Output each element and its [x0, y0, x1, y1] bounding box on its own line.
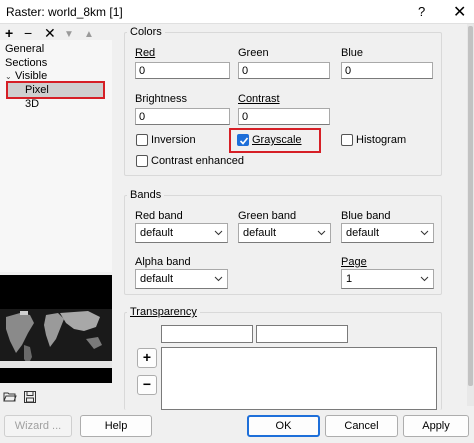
transparency-to-input[interactable] — [256, 325, 348, 343]
grayscale-label: Grayscale — [252, 134, 302, 146]
tree-item-sections[interactable]: Sections — [5, 57, 47, 69]
cancel-button[interactable]: Cancel — [325, 415, 398, 437]
red-input[interactable]: 0 — [135, 62, 230, 79]
add-transparency-button[interactable]: + — [137, 348, 157, 368]
section-tree: General Sections ⌄ Visible Pixel 3D — [0, 40, 112, 272]
green-label: Green — [238, 47, 269, 59]
world-map-thumbnail — [0, 275, 112, 383]
tree-item-3d[interactable]: 3D — [25, 98, 39, 110]
tree-item-pixel[interactable]: Pixel — [25, 84, 49, 96]
contrast-input[interactable]: 0 — [238, 108, 330, 125]
help-icon[interactable]: ? — [418, 4, 425, 19]
blue-band-select[interactable]: default — [341, 223, 434, 243]
red-band-select[interactable]: default — [135, 223, 228, 243]
window-title: Raster: world_8km [1] — [6, 5, 123, 19]
page-select[interactable]: 1 — [341, 269, 434, 289]
contrast-enhanced-checkbox[interactable] — [136, 155, 148, 167]
page-label: Page — [341, 256, 367, 268]
green-band-value: default — [243, 227, 277, 239]
ok-button[interactable]: OK — [247, 415, 320, 437]
close-icon[interactable]: ✕ — [453, 2, 466, 22]
green-band-select[interactable]: default — [238, 223, 331, 243]
red-band-label: Red band — [135, 210, 183, 222]
apply-button[interactable]: Apply — [403, 415, 469, 437]
open-folder-icon[interactable] — [3, 391, 17, 403]
chevron-down-icon — [317, 230, 326, 236]
transparency-list[interactable] — [161, 347, 437, 410]
blue-band-label: Blue band — [341, 210, 391, 222]
remove-transparency-button[interactable]: − — [137, 375, 157, 395]
red-label: Red — [135, 47, 156, 59]
brightness-label: Brightness — [135, 93, 187, 105]
tree-item-general[interactable]: General — [5, 43, 44, 55]
checkmark-icon — [239, 137, 249, 145]
tree-highlight-box — [6, 81, 105, 99]
raster-preview — [0, 275, 112, 383]
add-icon[interactable]: + — [5, 26, 13, 40]
remove-icon[interactable]: − — [24, 26, 32, 40]
tree-item-visible[interactable]: Visible — [15, 70, 47, 82]
delete-icon[interactable]: ✕ — [44, 26, 56, 40]
red-band-value: default — [140, 227, 174, 239]
chevron-down-icon — [420, 230, 429, 236]
blue-input[interactable]: 0 — [341, 62, 433, 79]
wizard-button[interactable]: Wizard ... — [4, 415, 72, 437]
expand-caret-icon[interactable]: ⌄ — [5, 72, 12, 81]
inversion-checkbox[interactable] — [136, 134, 148, 146]
vertical-scrollbar[interactable] — [467, 24, 474, 406]
alpha-band-value: default — [140, 273, 174, 285]
chevron-down-icon — [214, 230, 223, 236]
contrast-enhanced-label: Contrast enhanced — [151, 155, 244, 167]
green-band-label: Green band — [238, 210, 297, 222]
inversion-label: Inversion — [151, 134, 196, 146]
blue-band-value: default — [346, 227, 380, 239]
chevron-down-icon — [420, 276, 429, 282]
brightness-input[interactable]: 0 — [135, 108, 230, 125]
alpha-band-select[interactable]: default — [135, 269, 228, 289]
bands-group-title: Bands — [127, 189, 165, 201]
green-input[interactable]: 0 — [238, 62, 330, 79]
save-disk-icon[interactable] — [23, 391, 37, 403]
help-button[interactable]: Help — [80, 415, 152, 437]
histogram-checkbox[interactable] — [341, 134, 353, 146]
colors-group-title: Colors — [127, 26, 165, 38]
histogram-label: Histogram — [356, 134, 407, 146]
scrollbar-thumb[interactable] — [468, 26, 473, 386]
blue-label: Blue — [341, 47, 364, 59]
title-bar: Raster: world_8km [1] ? ✕ — [0, 0, 474, 24]
grayscale-checkbox[interactable] — [237, 134, 249, 146]
chevron-down-icon — [214, 276, 223, 282]
transparency-from-input[interactable] — [161, 325, 253, 343]
contrast-label: Contrast — [238, 93, 280, 105]
alpha-band-label: Alpha band — [135, 256, 191, 268]
transparency-group-title: Transparency — [127, 306, 200, 318]
page-value: 1 — [346, 273, 353, 285]
